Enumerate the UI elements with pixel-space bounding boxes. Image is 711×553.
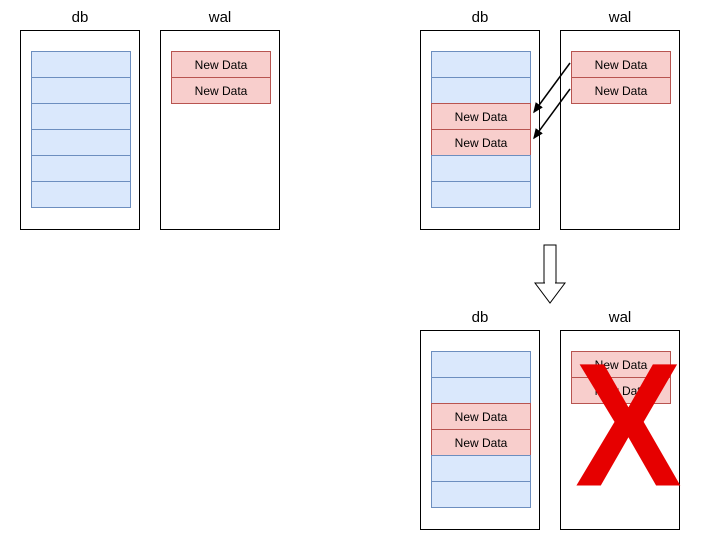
stage3-db-row [431, 351, 531, 378]
stage2-db-row [431, 51, 531, 78]
stage2-wal-row: New Data [571, 51, 671, 78]
stage2-db-title: db [421, 9, 539, 26]
stage3-db-box: db New Data New Data [420, 330, 540, 530]
stage3-db-row: New Data [431, 403, 531, 430]
stage3-db-title: db [421, 309, 539, 326]
db-entry-label: New Data [455, 410, 508, 424]
stage1-db-row [31, 103, 131, 130]
db-entry-label: New Data [455, 136, 508, 150]
stage3-db-row [431, 377, 531, 404]
stage1-db-row [31, 181, 131, 208]
stage1-db-row [31, 129, 131, 156]
stage1-db-row [31, 51, 131, 78]
stage1-wal-row: New Data [171, 51, 271, 78]
stage1-db-title: db [21, 9, 139, 26]
stage1-db-row [31, 155, 131, 182]
wal-entry-label: New Data [195, 84, 248, 98]
stage1-wal-box: wal New Data New Data [160, 30, 280, 230]
stage3-db-row [431, 481, 531, 508]
stage3-db-row: New Data [431, 429, 531, 456]
db-entry-label: New Data [455, 110, 508, 124]
wal-entry-label: New Data [595, 58, 648, 72]
arrow-stage2-to-stage3 [535, 245, 565, 303]
stage1-db-row [31, 77, 131, 104]
stage1-db-box: db [20, 30, 140, 230]
stage2-wal-row: New Data [571, 77, 671, 104]
wal-entry-label: New Data [595, 84, 648, 98]
stage3-db-row [431, 455, 531, 482]
stage2-db-row [431, 181, 531, 208]
stage2-db-row: New Data [431, 103, 531, 130]
stage2-db-row [431, 77, 531, 104]
stage2-wal-box: wal New Data New Data [560, 30, 680, 230]
db-entry-label: New Data [455, 436, 508, 450]
stage2-db-row [431, 155, 531, 182]
stage1-wal-title: wal [161, 9, 279, 26]
stage2-db-row: New Data [431, 129, 531, 156]
stage3-wal-title: wal [561, 309, 679, 326]
cross-out-icon: X [575, 337, 682, 513]
stage2-db-box: db New Data New Data [420, 30, 540, 230]
stage2-wal-title: wal [561, 9, 679, 26]
wal-entry-label: New Data [195, 58, 248, 72]
stage1-wal-row: New Data [171, 77, 271, 104]
